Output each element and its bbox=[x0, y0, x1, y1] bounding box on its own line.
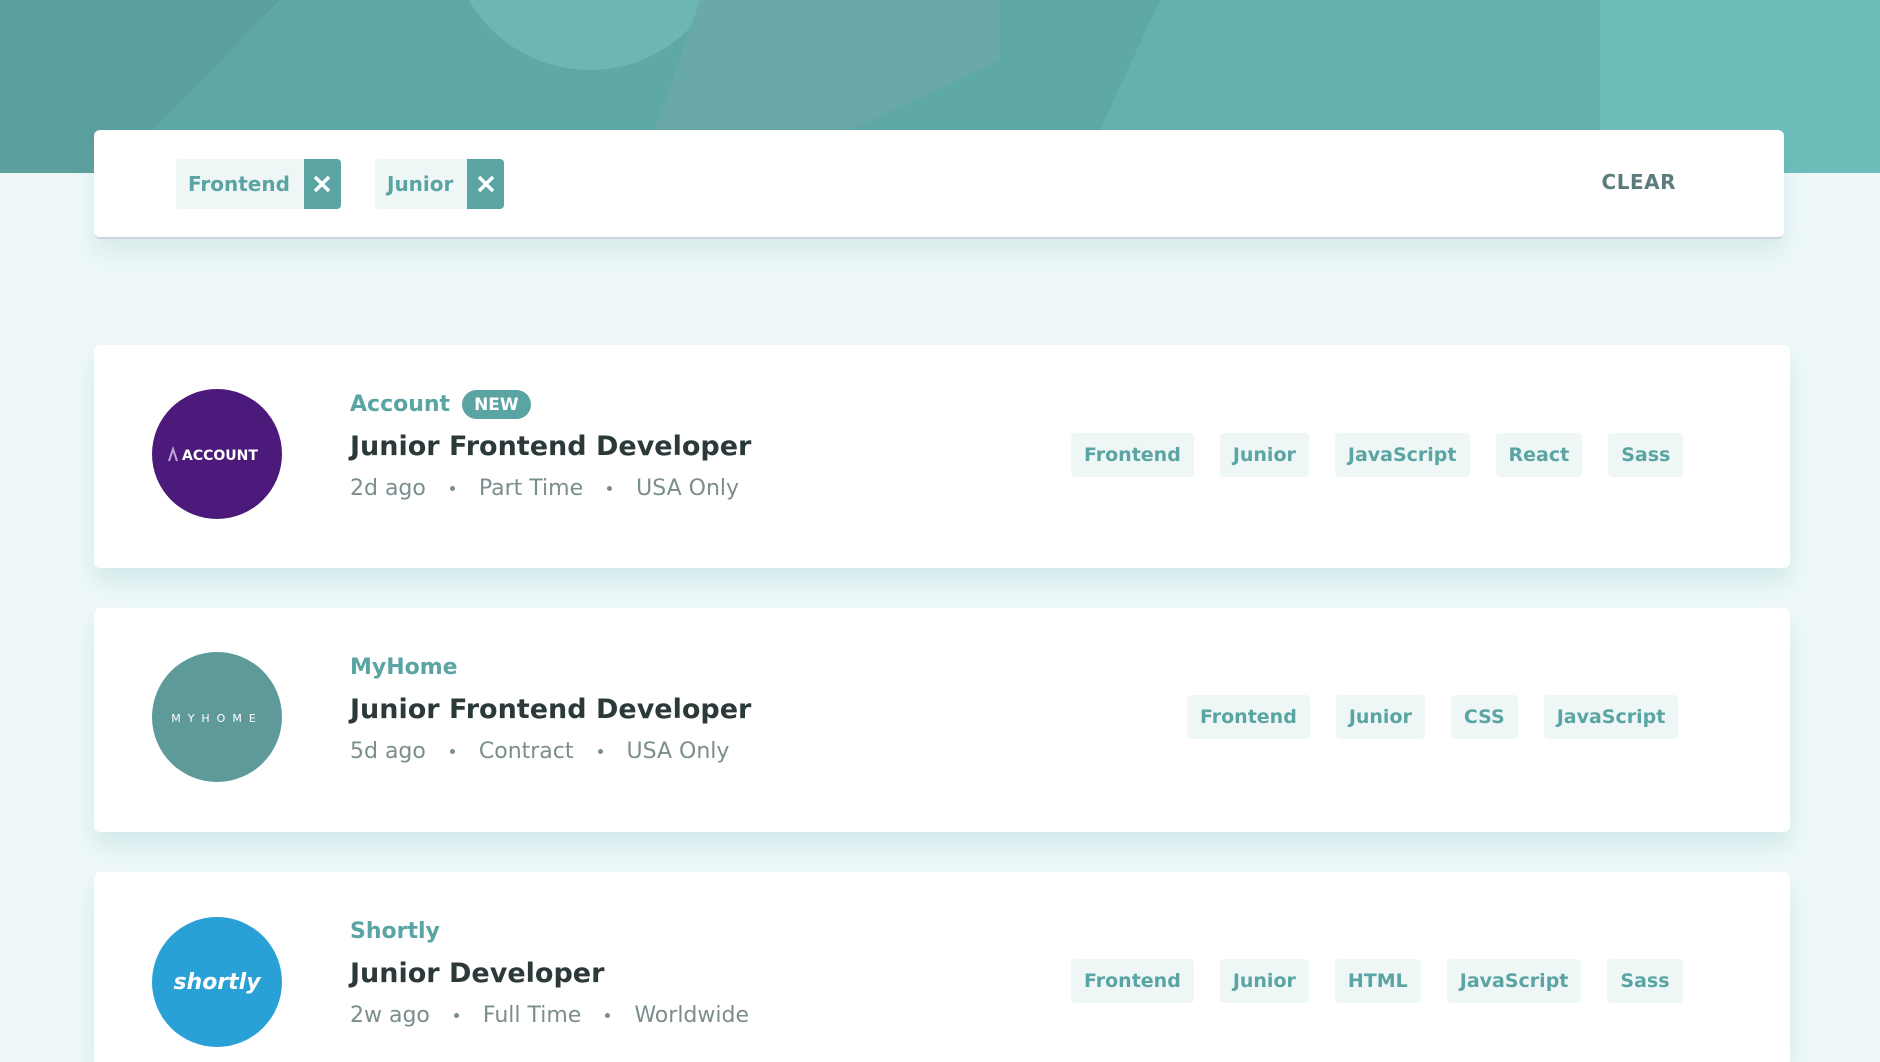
separator-dot bbox=[607, 486, 613, 491]
tag-javascript[interactable]: JavaScript bbox=[1334, 433, 1470, 477]
logo-text: shortly bbox=[173, 970, 262, 995]
job-meta: 5d ago Contract USA Only bbox=[350, 739, 751, 764]
account-logo-icon: ACCOUNT bbox=[168, 445, 258, 464]
filter-chip-label: Frontend bbox=[176, 159, 304, 209]
tag-javascript[interactable]: JavaScript bbox=[1446, 959, 1582, 1003]
job-tags: Frontend Junior CSS JavaScript bbox=[1187, 695, 1679, 739]
logo-text: MYHOME bbox=[171, 712, 263, 725]
separator-dot bbox=[449, 749, 455, 754]
posted-at: 2d ago bbox=[350, 476, 426, 501]
tag-css[interactable]: CSS bbox=[1450, 695, 1518, 739]
job-info: Account NEW Junior Frontend Developer 2d… bbox=[350, 387, 751, 501]
separator-dot bbox=[597, 749, 603, 754]
company-name: MyHome bbox=[350, 654, 458, 680]
company-logo: MYHOME bbox=[152, 652, 282, 782]
job-meta: 2d ago Part Time USA Only bbox=[350, 476, 751, 501]
job-tags: Frontend Junior JavaScript React Sass bbox=[1071, 433, 1684, 477]
job-tags: Frontend Junior HTML JavaScript Sass bbox=[1071, 959, 1683, 1003]
contract-type: Part Time bbox=[478, 476, 584, 501]
clear-filters-button[interactable]: CLEAR bbox=[1602, 170, 1676, 194]
job-location: USA Only bbox=[626, 739, 730, 764]
tag-junior[interactable]: Junior bbox=[1219, 433, 1309, 477]
tag-frontend[interactable]: Frontend bbox=[1187, 695, 1310, 739]
myhome-logo-icon: MYHOME bbox=[171, 712, 263, 725]
company-name: Shortly bbox=[350, 918, 440, 944]
remove-filter-button[interactable] bbox=[467, 159, 505, 209]
posted-at: 5d ago bbox=[350, 739, 426, 764]
job-info: Shortly Junior Developer 2w ago Full Tim… bbox=[350, 914, 749, 1029]
remove-filter-button[interactable] bbox=[303, 159, 341, 209]
job-card[interactable]: shortly Shortly Junior Developer 2w ago … bbox=[94, 872, 1790, 1062]
job-location: Worldwide bbox=[634, 1003, 749, 1028]
job-card[interactable]: ACCOUNT Account NEW Junior Frontend Deve… bbox=[94, 345, 1790, 568]
filter-chip-label: Junior bbox=[375, 159, 468, 209]
separator-dot bbox=[605, 1013, 611, 1018]
job-title[interactable]: Junior Frontend Developer bbox=[350, 431, 751, 462]
tag-sass[interactable]: Sass bbox=[1607, 959, 1683, 1003]
filter-bar: Frontend Junior CLEAR bbox=[94, 130, 1784, 239]
company-logo: shortly bbox=[152, 917, 282, 1047]
job-info: MyHome Junior Frontend Developer 5d ago … bbox=[350, 650, 751, 765]
tag-javascript[interactable]: JavaScript bbox=[1543, 695, 1679, 739]
separator-dot bbox=[449, 486, 455, 491]
tag-frontend[interactable]: Frontend bbox=[1071, 433, 1194, 477]
job-location: USA Only bbox=[636, 476, 740, 501]
contract-type: Contract bbox=[478, 739, 574, 764]
new-badge: NEW bbox=[462, 389, 531, 419]
filter-chip-junior: Junior bbox=[375, 159, 505, 209]
tag-sass[interactable]: Sass bbox=[1608, 433, 1684, 477]
logo-text: ACCOUNT bbox=[182, 448, 258, 464]
job-title[interactable]: Junior Frontend Developer bbox=[350, 694, 751, 725]
filter-chip-frontend: Frontend bbox=[176, 159, 341, 209]
tag-react[interactable]: React bbox=[1495, 433, 1583, 477]
job-meta: 2w ago Full Time Worldwide bbox=[350, 1003, 749, 1028]
separator-dot bbox=[453, 1013, 459, 1018]
tag-junior[interactable]: Junior bbox=[1335, 695, 1425, 739]
close-icon bbox=[477, 175, 495, 193]
job-card[interactable]: MYHOME MyHome Junior Frontend Developer … bbox=[94, 608, 1790, 832]
company-logo: ACCOUNT bbox=[152, 389, 282, 519]
job-title[interactable]: Junior Developer bbox=[350, 958, 749, 989]
contract-type: Full Time bbox=[482, 1003, 582, 1028]
tag-html[interactable]: HTML bbox=[1334, 959, 1421, 1003]
tag-junior[interactable]: Junior bbox=[1219, 959, 1309, 1003]
close-icon bbox=[314, 175, 331, 193]
tag-frontend[interactable]: Frontend bbox=[1071, 959, 1194, 1003]
posted-at: 2w ago bbox=[350, 1003, 430, 1028]
shortly-logo-icon: shortly bbox=[173, 970, 262, 995]
company-name: Account bbox=[350, 391, 451, 417]
